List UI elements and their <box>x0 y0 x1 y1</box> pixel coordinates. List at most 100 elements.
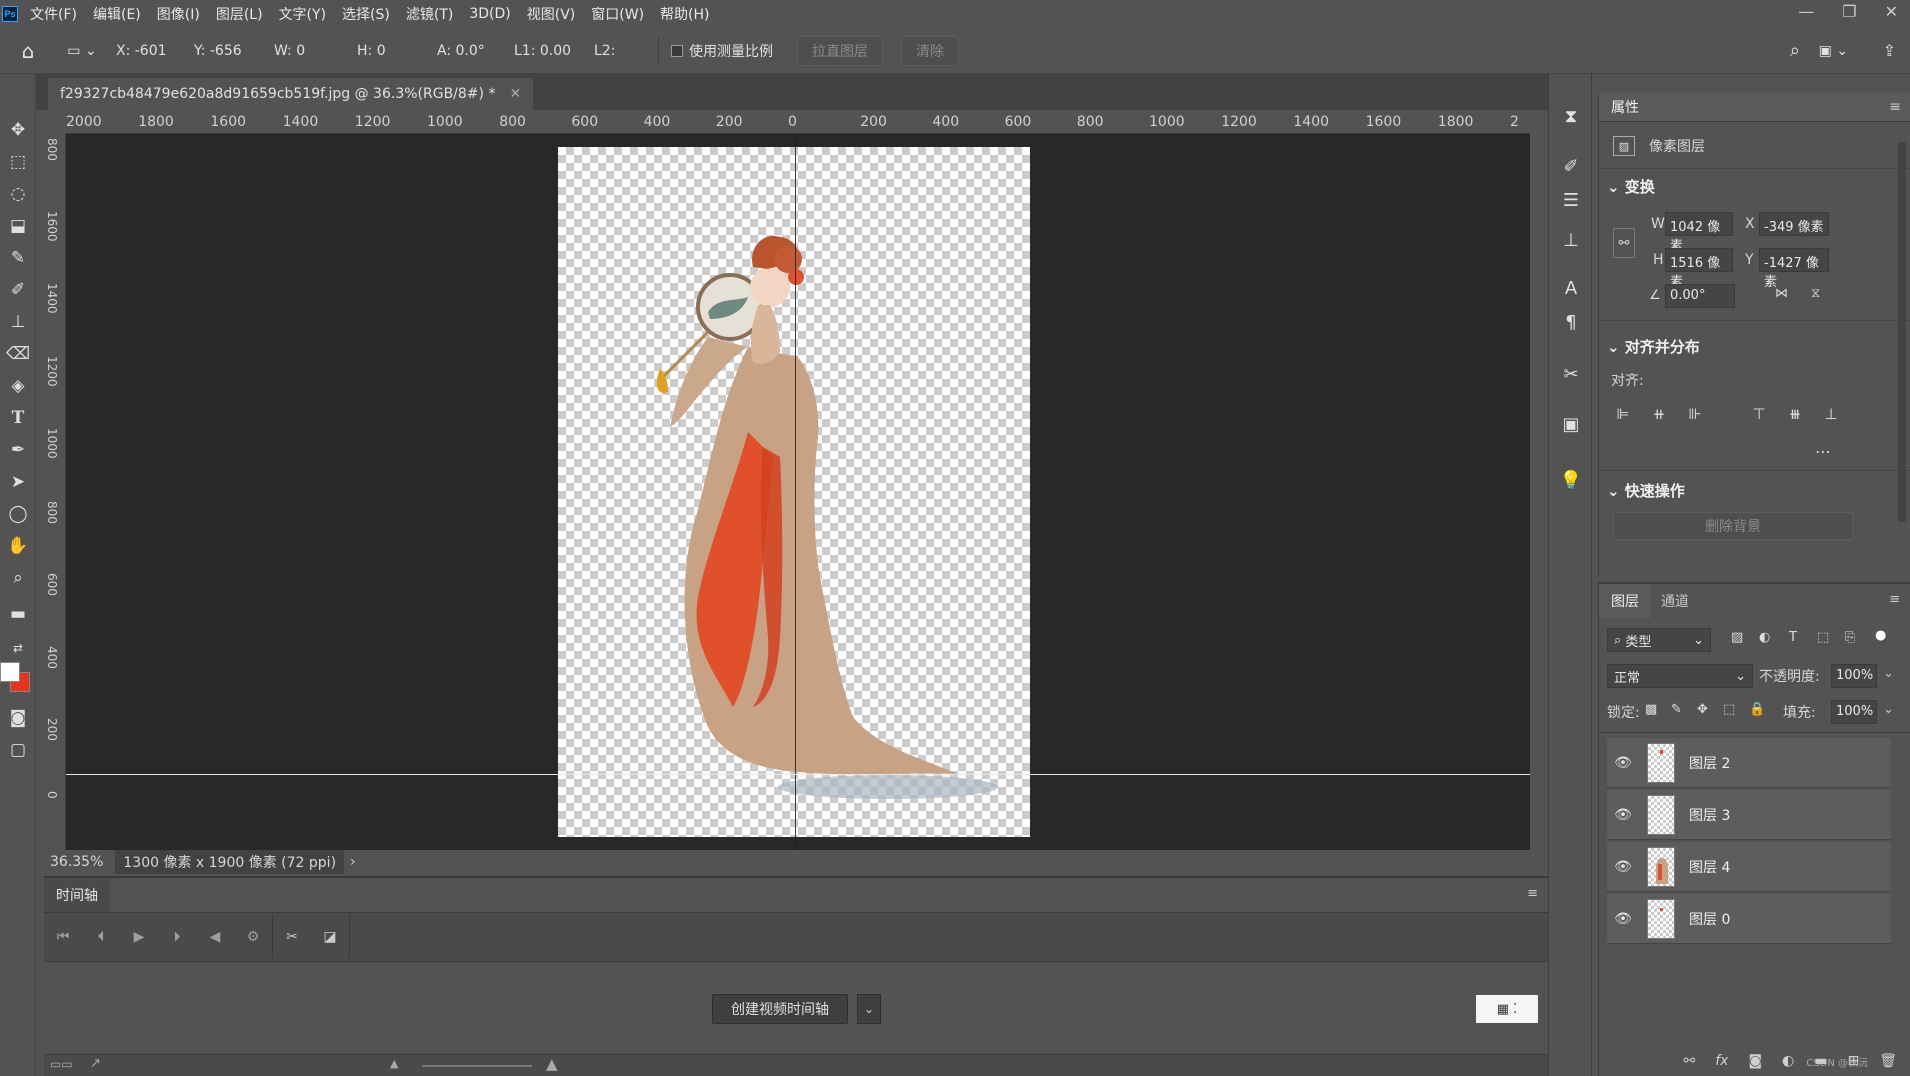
chevron-down-icon[interactable]: ⌄ <box>1883 666 1894 681</box>
align-v-center-icon[interactable]: ⧻ <box>1785 404 1805 424</box>
libraries-icon[interactable]: ▣ <box>1557 410 1585 438</box>
filter-pixel-icon[interactable]: ▨ <box>1731 630 1743 645</box>
flip-horizontal-icon[interactable]: ⋈ <box>1775 286 1788 301</box>
chevron-right-icon[interactable]: › <box>350 854 356 870</box>
link-layers-icon[interactable]: ⚯ <box>1683 1053 1695 1069</box>
menu-help[interactable]: 帮助(H) <box>660 4 709 24</box>
quick-actions-title[interactable]: ⌄ 快速操作 <box>1607 480 1685 501</box>
align-section-title[interactable]: ⌄ 对齐并分布 <box>1607 336 1700 357</box>
lasso-tool-icon[interactable]: ◌ <box>4 180 32 208</box>
blend-mode-select[interactable]: 正常 ⌄ <box>1607 664 1753 688</box>
layer-name[interactable]: 图层 2 <box>1689 753 1730 773</box>
quick-mask-icon[interactable]: ◙ <box>4 704 32 732</box>
brush-settings-icon[interactable]: ✐ <box>1557 152 1585 180</box>
marquee-tool-icon[interactable]: ⬚ <box>4 148 32 176</box>
delete-layer-icon[interactable]: 🗑 <box>1879 1053 1897 1069</box>
close-icon[interactable]: ✕ <box>1885 2 1898 21</box>
history-icon[interactable]: ⧗ <box>1557 102 1585 130</box>
add-mask-icon[interactable]: ◙ <box>1748 1053 1762 1069</box>
menu-edit[interactable]: 编辑(E) <box>93 4 141 24</box>
align-left-icon[interactable]: ⊫ <box>1613 404 1633 424</box>
document-info[interactable]: 1300 像素 x 1900 像素 (72 ppi) <box>115 850 345 874</box>
zoom-in-icon[interactable]: ▲ <box>546 1055 558 1073</box>
character-icon[interactable]: A <box>1557 274 1585 302</box>
chevron-down-icon[interactable]: ⌄ <box>1883 702 1894 717</box>
close-tab-icon[interactable]: ✕ <box>509 86 521 102</box>
menu-type[interactable]: 文字(Y) <box>279 4 326 24</box>
menu-layer[interactable]: 图层(L) <box>216 4 263 24</box>
document-tab[interactable]: f29327cb48479e620a8d91659cb519f.jpg @ 36… <box>48 78 534 110</box>
scrollbar[interactable] <box>1898 142 1906 522</box>
link-icon[interactable]: ⚯ <box>1613 228 1635 258</box>
foreground-color-swatch[interactable] <box>0 662 20 682</box>
lock-position-icon[interactable]: ✥ <box>1697 702 1708 717</box>
tools-icon[interactable]: ✂ <box>1557 360 1585 388</box>
zoom-slider[interactable] <box>422 1065 532 1067</box>
audio-icon[interactable]: ◀ <box>196 929 234 945</box>
workspace-icon[interactable]: ▣ ⌄ <box>1819 43 1848 59</box>
filter-smart-object-icon[interactable]: ⎘ <box>1845 630 1855 645</box>
stamp-tool-icon[interactable]: ⊥ <box>4 308 32 336</box>
remove-background-button[interactable]: 删除背景 <box>1613 512 1853 540</box>
menu-file[interactable]: 文件(F) <box>30 4 77 24</box>
transition-icon[interactable]: ◪ <box>311 929 349 945</box>
learn-icon[interactable]: 💡 <box>1557 466 1585 494</box>
visibility-eye-icon[interactable]: 👁 <box>1607 859 1639 875</box>
restore-icon[interactable]: ❐ <box>1842 2 1856 21</box>
layer-name[interactable]: 图层 3 <box>1689 805 1730 825</box>
layer-row[interactable]: 👁 图层 2 <box>1607 738 1891 788</box>
y-field[interactable]: -1427 像素 <box>1759 248 1829 290</box>
frames-icon[interactable]: ▭▭ <box>50 1057 73 1071</box>
share-icon[interactable]: ⇪ <box>1883 41 1896 60</box>
flip-vertical-icon[interactable]: ⧖ <box>1811 286 1820 301</box>
next-frame-icon[interactable]: ⏵ <box>158 929 196 945</box>
opacity-field[interactable]: 100% <box>1831 664 1877 688</box>
layers-tab[interactable]: 图层 <box>1599 584 1651 618</box>
healing-brush-tool-icon[interactable]: ✐ <box>4 276 32 304</box>
clear-button[interactable]: 清除 <box>901 35 959 66</box>
transform-section-title[interactable]: ⌄ 变换 <box>1607 176 1655 197</box>
adjustment-layer-icon[interactable]: ◐ <box>1782 1053 1794 1069</box>
timeline-tab[interactable]: 时间轴 <box>44 878 110 912</box>
move-tool-icon[interactable]: ✥ <box>4 116 32 144</box>
panel-menu-icon[interactable]: ≡ <box>1527 886 1538 901</box>
channels-tab[interactable]: 通道 <box>1649 584 1701 618</box>
layer-name[interactable]: 图层 0 <box>1689 909 1730 929</box>
convert-icon[interactable]: ↗ <box>90 1056 101 1071</box>
filter-type-icon[interactable]: T <box>1789 630 1797 645</box>
panel-menu-icon[interactable]: ≡ <box>1889 592 1900 607</box>
fill-field[interactable]: 100% <box>1831 700 1877 724</box>
visibility-eye-icon[interactable]: 👁 <box>1607 911 1639 927</box>
paragraph-icon[interactable]: ¶ <box>1557 308 1585 336</box>
filter-adjustment-icon[interactable]: ◐ <box>1759 630 1770 645</box>
minimize-icon[interactable]: — <box>1798 2 1814 21</box>
ellipse-tool-icon[interactable]: ◯ <box>4 500 32 528</box>
ruler-tool-icon[interactable]: ▬ <box>4 600 32 628</box>
filter-toggle-icon[interactable]: ● <box>1875 628 1886 643</box>
menu-view[interactable]: 视图(V) <box>527 4 576 24</box>
pen-tool-icon[interactable]: ✒ <box>4 436 32 464</box>
ruler-tool-preset-icon[interactable]: ▭ ⌄ <box>56 43 108 59</box>
vertical-guide-line[interactable] <box>795 134 796 850</box>
type-tool-icon[interactable]: T <box>4 404 32 432</box>
layer-name[interactable]: 图层 4 <box>1689 857 1730 877</box>
eyedropper-tool-icon[interactable]: ✎ <box>4 244 32 272</box>
zoom-tool-icon[interactable]: ⌕ <box>4 564 32 592</box>
x-field[interactable]: -349 像素 <box>1759 212 1829 236</box>
zoom-out-icon[interactable]: ▲ <box>390 1057 398 1070</box>
layer-row[interactable]: 👁 图层 0 <box>1607 894 1891 944</box>
search-icon[interactable]: ⌕ <box>1790 40 1800 61</box>
more-options-icon[interactable]: ⋯ <box>1815 442 1831 461</box>
align-h-center-icon[interactable]: ⧺ <box>1649 404 1669 424</box>
swap-colors-icon[interactable]: ⇄ <box>4 634 32 662</box>
width-field[interactable]: 1042 像素 <box>1665 212 1733 254</box>
document-canvas[interactable] <box>558 147 1030 837</box>
menu-window[interactable]: 窗口(W) <box>591 4 644 24</box>
hand-tool-icon[interactable]: ✋ <box>4 532 32 560</box>
canvas-area[interactable] <box>66 134 1530 850</box>
adjustments-icon[interactable]: ☰ <box>1557 186 1585 214</box>
lock-all-icon[interactable]: 🔒 <box>1749 702 1765 717</box>
layer-row[interactable]: 👁 图层 3 <box>1607 790 1891 840</box>
object-selection-tool-icon[interactable]: ⬓ <box>4 212 32 240</box>
split-icon[interactable]: ✂ <box>273 929 311 945</box>
